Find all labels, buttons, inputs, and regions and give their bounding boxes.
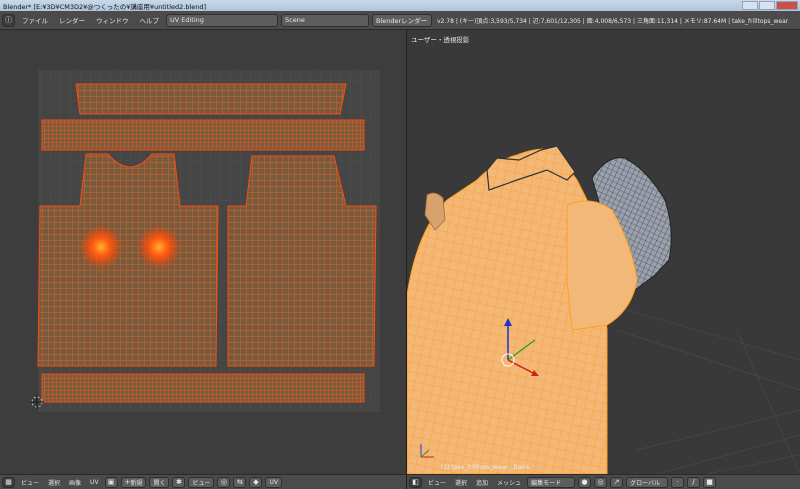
render-engine-select[interactable]: Blenderレンダー [372, 13, 432, 27]
pivot-point-button[interactable]: ◎ [594, 476, 608, 488]
image-icon: ▣ [107, 477, 115, 486]
vp-menu-add[interactable]: 追加 [473, 478, 491, 487]
view3d-editor-icon: ◧ [412, 477, 419, 486]
uv-island-detail-left [79, 225, 123, 269]
3d-viewport[interactable]: ユーザー・透視投影 (1) take_frilltops_wear : Basi… [407, 30, 800, 474]
pin-icon: ✱ [176, 477, 182, 486]
window-controls [742, 1, 798, 10]
pivot-icon: ◎ [597, 477, 604, 486]
close-button[interactable] [776, 1, 798, 10]
viewport-editor-type-button[interactable]: ◧ [409, 476, 422, 488]
object-label: (1) take_frilltops_wear : Basis [441, 464, 530, 471]
mode-label: 編集モード [531, 479, 562, 487]
uv-canvas[interactable] [0, 30, 406, 474]
open-image-button[interactable]: 開く [149, 476, 170, 488]
blender-logo-icon: ⓘ [5, 15, 12, 24]
view-mode-label: ビュー [192, 479, 211, 487]
scene-value: Scene [285, 16, 305, 24]
open-image-label: 開く [153, 479, 166, 487]
uv-menu-image[interactable]: 画像 [66, 478, 84, 487]
uv-island-collar[interactable] [75, 83, 347, 115]
pivot-icon: ◎ [220, 477, 228, 486]
uv-editor-header: ▦ ビュー 選択 画像 UV ▣ + 新規 開く ✱ ビュー ◎ ⇆ ◆ UV [0, 474, 406, 489]
edge-select-button[interactable]: / [687, 476, 701, 488]
face-select-icon: ■ [706, 477, 713, 486]
maximize-button[interactable] [759, 1, 775, 10]
minimize-button[interactable] [742, 1, 758, 10]
pivot-button[interactable]: ◎ [217, 476, 231, 488]
manipulator-toggle[interactable]: ↗ [610, 476, 624, 488]
uv-editor[interactable] [0, 30, 406, 474]
manipulator-icon: ↗ [613, 477, 620, 486]
uv-menu-view[interactable]: ビュー [18, 478, 42, 487]
stats-text: v2.78 | (キー)頂点:3,593/5,734 | 辺:7,601/12,… [437, 17, 789, 25]
viewport-canvas[interactable] [407, 30, 800, 474]
image-browse-button[interactable]: ▣ [104, 476, 118, 488]
face-select-button[interactable]: ■ [703, 476, 717, 488]
menu-help[interactable]: ヘルプ [136, 15, 164, 25]
uv-island-band-bottom[interactable] [41, 373, 365, 403]
new-image-button[interactable]: + 新規 [120, 476, 147, 488]
snap-icon: ◆ [253, 477, 259, 486]
menu-window[interactable]: ウィンドウ [92, 15, 133, 25]
shading-button[interactable]: ● [578, 476, 592, 488]
window-title: Blender* [E:¥3D¥CM3D2¥@つくったの¥講座用¥untitle… [3, 2, 207, 11]
uv-editor-icon: ▦ [5, 477, 12, 486]
view-label: ユーザー・透視投影 [411, 36, 470, 44]
window-titlebar: Blender* [E:¥3D¥CM3D2¥@つくったの¥講座用¥untitle… [0, 0, 800, 11]
uv-editor-type-button[interactable]: ▦ [2, 476, 15, 488]
vp-menu-view[interactable]: ビュー [425, 478, 449, 487]
menu-file[interactable]: ファイル [18, 15, 52, 25]
viewport-header: ◧ ビュー 選択 追加 メッシュ 編集モード ● ◎ ↗ グローバル · / ■ [407, 474, 800, 489]
snap-button[interactable]: ◆ [249, 476, 263, 488]
uv-island-detail-right [137, 225, 181, 269]
uv-island-band-top[interactable] [41, 119, 365, 151]
uv-menu-uv[interactable]: UV [87, 479, 102, 486]
vertex-select-button[interactable]: · [671, 476, 685, 488]
orientation-select[interactable]: グローバル [626, 476, 669, 488]
orientation-label: グローバル [630, 479, 661, 487]
info-header: ⓘ ファイル レンダー ウィンドウ ヘルプ UV Editing Scene B… [0, 11, 800, 30]
editor-type-button[interactable]: ⓘ [2, 13, 15, 27]
render-engine-value: Blenderレンダー [376, 17, 428, 25]
scene-select[interactable]: Scene [281, 13, 369, 27]
mode-select[interactable]: 編集モード [527, 476, 576, 488]
screen-layout-value: UV Editing [170, 16, 204, 24]
sync-button[interactable]: ⇆ [233, 476, 247, 488]
shading-icon: ● [581, 477, 588, 486]
new-image-label: 新規 [130, 479, 143, 487]
vertex-select-icon: · [676, 477, 679, 486]
vp-menu-select[interactable]: 選択 [452, 478, 470, 487]
vp-menu-mesh[interactable]: メッシュ [494, 478, 524, 487]
screen-layout-select[interactable]: UV Editing [166, 13, 278, 27]
view-mode-select[interactable]: ビュー [188, 476, 215, 488]
uv-menu-select[interactable]: 選択 [45, 478, 63, 487]
uv-mode-select[interactable]: UV [265, 476, 282, 488]
edge-select-icon: / [692, 477, 695, 486]
menu-render[interactable]: レンダー [55, 15, 89, 25]
sync-icon: ⇆ [237, 477, 243, 486]
floor-grid [616, 309, 800, 474]
pin-button[interactable]: ✱ [172, 476, 186, 488]
uv-mode-label: UV [269, 478, 278, 486]
